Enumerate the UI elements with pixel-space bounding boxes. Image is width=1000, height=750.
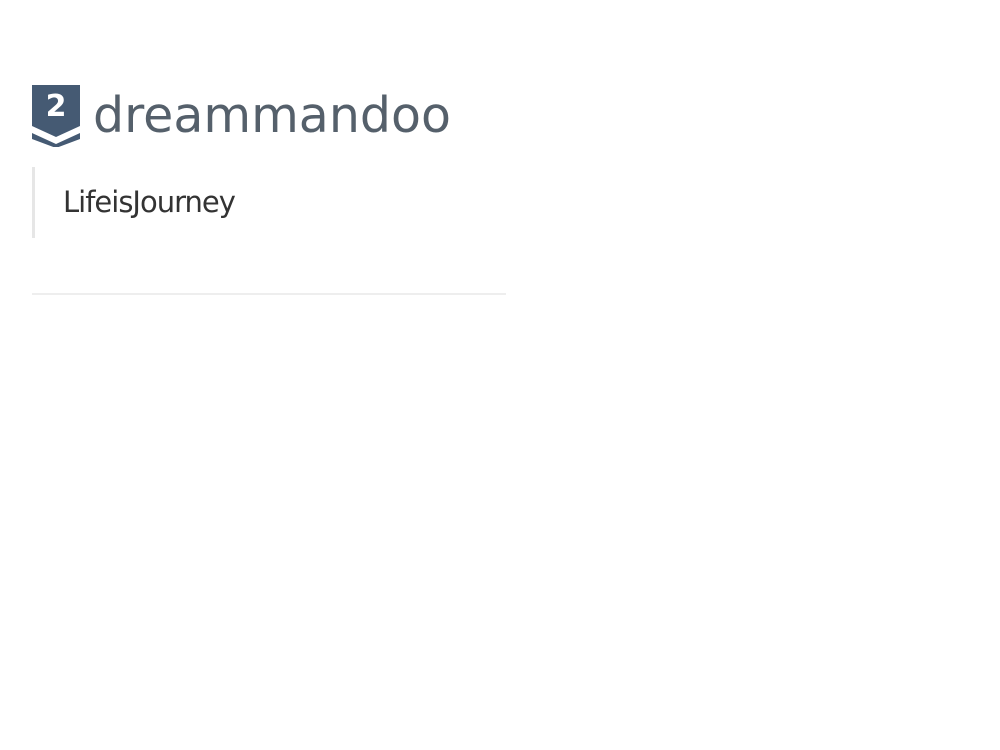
section-divider xyxy=(32,293,506,295)
profile-title-row: 2 dreammandoo xyxy=(32,84,506,148)
tagline-quote: LifeisJourney xyxy=(32,167,506,238)
rank-badge-number: 2 xyxy=(45,89,67,124)
profile-header: 2 dreammandoo LifeisJourney xyxy=(32,84,506,238)
tagline-text: LifeisJourney xyxy=(63,185,236,219)
rank-badge-icon: 2 xyxy=(32,85,80,147)
username-title: dreammandoo xyxy=(93,87,451,144)
